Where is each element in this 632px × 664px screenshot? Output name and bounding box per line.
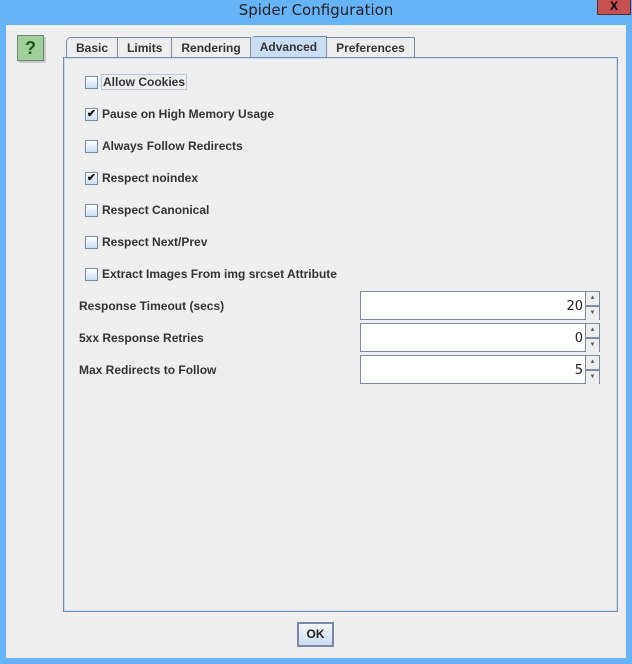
max-redirects-input[interactable]: 5 xyxy=(360,355,585,384)
extract-srcset-label: Extract Images From img srcset Attribute xyxy=(102,267,337,281)
response-timeout-spinner: 20 ▲ ▼ xyxy=(360,291,600,320)
respect-canonical-label: Respect Canonical xyxy=(102,203,210,217)
response-timeout-label: Response Timeout (secs) xyxy=(79,299,225,313)
tab-preferences[interactable]: Preferences xyxy=(327,37,415,58)
respect-canonical-checkbox[interactable] xyxy=(85,203,98,217)
max-redirects-label: Max Redirects to Follow xyxy=(79,363,217,377)
tab-bar: Basic Limits Rendering Advanced Preferen… xyxy=(66,36,415,58)
allow-cookies-checkbox[interactable] xyxy=(85,75,98,89)
tab-basic[interactable]: Basic xyxy=(66,37,119,58)
tab-limits[interactable]: Limits xyxy=(118,37,173,58)
respect-noindex-checkbox[interactable]: ✔ xyxy=(85,171,98,185)
respect-noindex-option[interactable]: ✔ Respect noindex xyxy=(85,170,199,186)
arrow-up-icon: ▲ xyxy=(589,359,596,365)
pause-high-memory-label: Pause on High Memory Usage xyxy=(102,107,275,121)
max-redirects-spinner: 5 ▲ ▼ xyxy=(360,355,600,384)
always-follow-redirects-label: Always Follow Redirects xyxy=(102,139,243,153)
always-follow-redirects-checkbox[interactable] xyxy=(85,139,98,153)
respect-next-prev-label: Respect Next/Prev xyxy=(102,235,208,249)
increment-button[interactable]: ▲ xyxy=(586,324,599,339)
arrow-down-icon: ▼ xyxy=(589,310,596,316)
respect-next-prev-checkbox[interactable] xyxy=(85,235,98,249)
increment-button[interactable]: ▲ xyxy=(586,292,599,307)
increment-button[interactable]: ▲ xyxy=(586,356,599,371)
respect-canonical-option[interactable]: Respect Canonical xyxy=(85,202,210,218)
allow-cookies-label: Allow Cookies xyxy=(101,74,188,90)
pause-high-memory-checkbox[interactable]: ✔ xyxy=(85,107,98,121)
ok-button[interactable]: OK xyxy=(297,622,334,647)
5xx-retries-spinner: 0 ▲ ▼ xyxy=(360,323,600,352)
decrement-button[interactable]: ▼ xyxy=(586,371,599,384)
decrement-button[interactable]: ▼ xyxy=(586,339,599,352)
allow-cookies-option[interactable]: Allow Cookies xyxy=(85,74,188,90)
decrement-button[interactable]: ▼ xyxy=(586,307,599,320)
check-icon: ✔ xyxy=(86,107,97,120)
tab-advanced[interactable]: Advanced xyxy=(250,36,328,58)
arrow-down-icon: ▼ xyxy=(589,374,596,380)
respect-noindex-label: Respect noindex xyxy=(102,171,199,185)
check-icon: ✔ xyxy=(86,171,97,184)
extract-srcset-checkbox[interactable] xyxy=(85,267,98,281)
respect-next-prev-option[interactable]: Respect Next/Prev xyxy=(85,234,208,250)
5xx-retries-label: 5xx Response Retries xyxy=(79,331,204,345)
arrow-down-icon: ▼ xyxy=(589,342,596,348)
arrow-up-icon: ▲ xyxy=(589,327,596,333)
title-bar: Spider Configuration X xyxy=(0,0,632,25)
close-button[interactable]: X xyxy=(597,0,631,15)
5xx-retries-input[interactable]: 0 xyxy=(360,323,585,352)
extract-srcset-option[interactable]: Extract Images From img srcset Attribute xyxy=(85,266,338,282)
response-timeout-input[interactable]: 20 xyxy=(360,291,585,320)
help-button[interactable]: ? xyxy=(17,35,44,61)
pause-high-memory-option[interactable]: ✔ Pause on High Memory Usage xyxy=(85,106,275,122)
always-follow-redirects-option[interactable]: Always Follow Redirects xyxy=(85,138,244,154)
tab-rendering[interactable]: Rendering xyxy=(172,37,251,58)
arrow-up-icon: ▲ xyxy=(589,295,596,301)
advanced-panel: Allow Cookies ✔ Pause on High Memory Usa… xyxy=(63,57,618,612)
dialog-body: ? Basic Limits Rendering Advanced Prefer… xyxy=(6,25,626,658)
window-title: Spider Configuration xyxy=(238,1,394,19)
